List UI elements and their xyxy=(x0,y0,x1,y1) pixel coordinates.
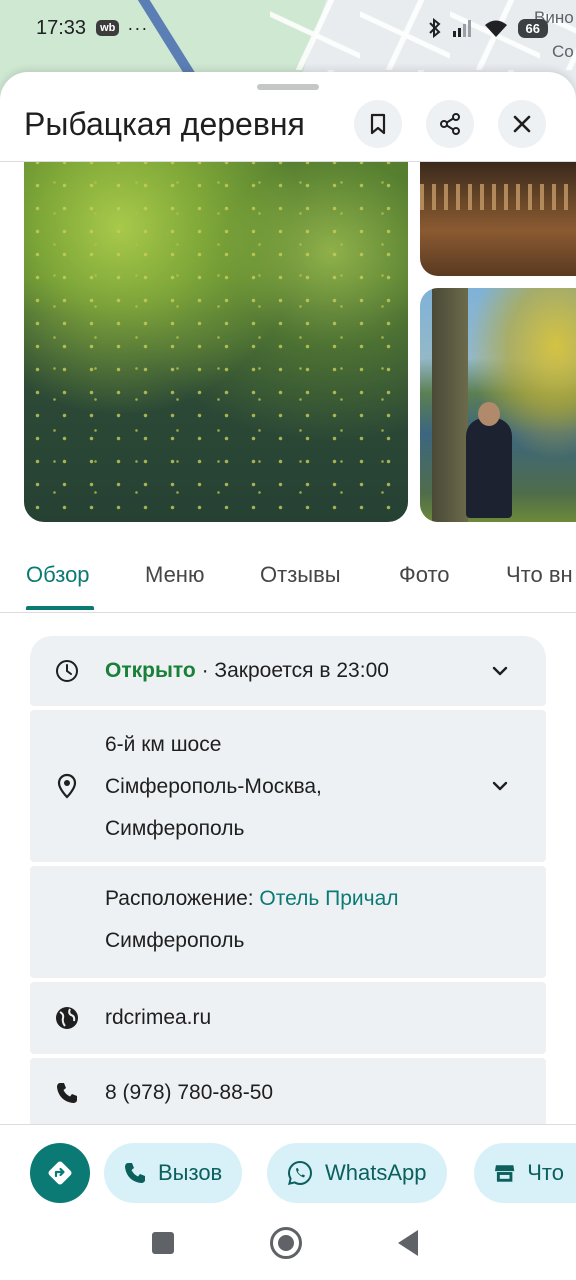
signal-icon xyxy=(452,20,471,37)
tab-photos[interactable]: Фото xyxy=(399,562,450,588)
home-icon xyxy=(278,1235,294,1251)
place-photo-fishing[interactable] xyxy=(420,288,576,522)
bluetooth-icon xyxy=(428,18,441,38)
chevron-down-icon xyxy=(492,666,508,676)
store-icon xyxy=(494,1165,515,1182)
action-bar: Вызов WhatsApp Что xyxy=(0,1124,576,1220)
save-button[interactable] xyxy=(354,100,402,148)
location-row: Расположение: Отель Причал Симферополь xyxy=(30,866,546,978)
share-button[interactable] xyxy=(426,100,474,148)
website-link: rdcrimea.ru xyxy=(105,1006,212,1029)
more-actions-label: Что xyxy=(527,1160,564,1185)
back-button[interactable] xyxy=(398,1230,418,1256)
photo-detail xyxy=(432,288,468,522)
photo-detail xyxy=(24,162,408,522)
recents-button[interactable] xyxy=(152,1232,174,1254)
whatsapp-label: WhatsApp xyxy=(325,1160,427,1185)
call-button[interactable]: Вызов xyxy=(104,1143,243,1203)
whatsapp-button[interactable]: WhatsApp xyxy=(267,1143,447,1203)
status-bar: 17:33 wb ··· 66 xyxy=(0,0,576,56)
address-line-3: Симферополь xyxy=(105,817,245,840)
place-photo-main[interactable] xyxy=(24,162,408,522)
call-label: Вызов xyxy=(158,1160,223,1185)
bookmark-icon xyxy=(370,113,386,135)
chevron-down-icon xyxy=(492,781,508,791)
place-tabs: Обзор Меню Отзывы Фото Что вн xyxy=(0,550,576,612)
photo-detail xyxy=(466,418,512,518)
phone-icon xyxy=(125,1163,145,1183)
address-line-1: 6-й км шосе xyxy=(105,733,222,756)
wb-app-icon: wb xyxy=(96,20,120,36)
hours-row[interactable]: Открыто · Закроется в 23:00 xyxy=(30,636,546,706)
place-sheet: Рыбацкая деревня Обзор Меню Отзывы Фото … xyxy=(0,72,576,1280)
location-link-continued[interactable]: Симферополь xyxy=(105,920,244,962)
photo-detail xyxy=(420,184,576,210)
location-line-1: Расположение: Отель Причал xyxy=(105,878,399,920)
place-photo-interior[interactable] xyxy=(420,162,576,276)
photo-detail xyxy=(478,402,500,426)
close-icon xyxy=(513,115,531,133)
address-row[interactable]: 6-й км шосе Сімферополь-Москва, Симфероп… xyxy=(30,710,546,862)
phone-number: 8 (978) 780-88-50 xyxy=(105,1081,274,1104)
close-button[interactable] xyxy=(498,100,546,148)
tab-reviews[interactable]: Отзывы xyxy=(260,562,341,588)
battery-icon: 66 xyxy=(517,18,548,38)
status-time: 17:33 xyxy=(36,16,87,39)
phone-row[interactable]: 8 (978) 780-88-50 xyxy=(30,1058,546,1128)
place-title: Рыбацкая деревня xyxy=(24,106,305,142)
more-actions-button[interactable]: Что xyxy=(474,1143,576,1203)
tabs-divider xyxy=(0,612,576,613)
share-icon xyxy=(440,113,460,135)
more-notifications-icon: ··· xyxy=(127,17,149,38)
open-status: Открыто xyxy=(105,659,196,682)
directions-button[interactable] xyxy=(30,1143,90,1203)
hours-text: Открыто · Закроется в 23:00 xyxy=(105,650,389,692)
globe-icon xyxy=(54,1005,80,1031)
closing-time: Закроется в 23:00 xyxy=(214,659,389,682)
location-pin-icon xyxy=(54,773,80,799)
clock-icon xyxy=(54,658,80,684)
drag-handle[interactable] xyxy=(257,84,319,90)
active-tab-indicator xyxy=(26,606,94,610)
website-row[interactable]: rdcrimea.ru xyxy=(30,982,546,1054)
address-line-2: Сімферополь-Москва, xyxy=(105,775,322,798)
tab-overview[interactable]: Обзор xyxy=(26,562,90,588)
tab-whats-inside[interactable]: Что вн xyxy=(506,562,573,588)
wifi-icon xyxy=(484,20,507,37)
location-prefix: Расположение: xyxy=(105,887,260,910)
directions-icon xyxy=(48,1161,72,1185)
phone-icon xyxy=(54,1080,80,1106)
hours-separator: · xyxy=(195,659,215,682)
whatsapp-icon xyxy=(287,1160,313,1186)
place-header: Рыбацкая деревня xyxy=(0,100,576,162)
system-nav-bar xyxy=(0,1220,576,1280)
location-link[interactable]: Отель Причал xyxy=(259,887,398,910)
tab-menu[interactable]: Меню xyxy=(145,562,204,588)
